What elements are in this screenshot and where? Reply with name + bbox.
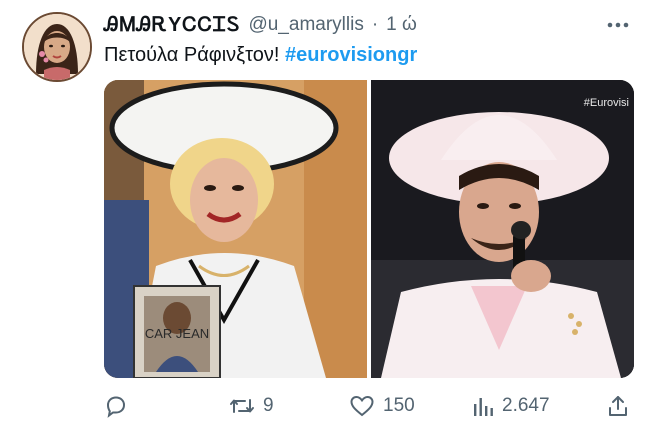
separator-dot: · (371, 14, 379, 35)
album-cover-text: CAR JEAN (145, 326, 209, 341)
tweet-header: ᎯᎷᎯᎡYᏟᏟᏆᏚ @u_amaryllis · 1 ώ (104, 12, 636, 38)
views-count: 2.647 (502, 395, 550, 416)
tweet-actions: 9 150 2.647 (104, 390, 634, 422)
watermark-text: #Eurovisi (584, 97, 629, 109)
avatar[interactable] (22, 12, 92, 82)
reply-icon (104, 394, 128, 418)
tweet-text-body: Πετούλα Ράφινξτον! (104, 44, 280, 66)
like-button[interactable]: 150 (349, 390, 415, 422)
views-icon (472, 394, 494, 418)
like-count: 150 (383, 395, 415, 416)
avatar-illustration (24, 14, 90, 80)
share-icon (606, 394, 630, 418)
retweet-button[interactable]: 9 (229, 390, 274, 422)
views-button[interactable]: 2.647 (472, 390, 550, 422)
hashtag-link[interactable]: #eurovisiongr (285, 44, 417, 66)
tweet-text: Πετούλα Ράφινξτον! #eurovisiongr (104, 44, 417, 67)
tweet-media[interactable]: CAR JEAN #Eurovisi (104, 80, 634, 378)
heart-icon (349, 394, 375, 418)
retweet-count: 9 (263, 395, 274, 416)
media-image-left[interactable]: CAR JEAN (104, 80, 367, 378)
display-name[interactable]: ᎯᎷᎯᎡYᏟᏟᏆᏚ (104, 14, 240, 37)
media-image-right[interactable]: #Eurovisi (371, 80, 634, 378)
share-button[interactable] (606, 390, 638, 422)
retweet-icon (229, 394, 255, 418)
reply-button[interactable] (104, 390, 136, 422)
timestamp[interactable]: 1 ώ (386, 14, 417, 36)
more-icon[interactable] (602, 12, 634, 38)
user-handle[interactable]: @u_amaryllis (248, 14, 363, 36)
